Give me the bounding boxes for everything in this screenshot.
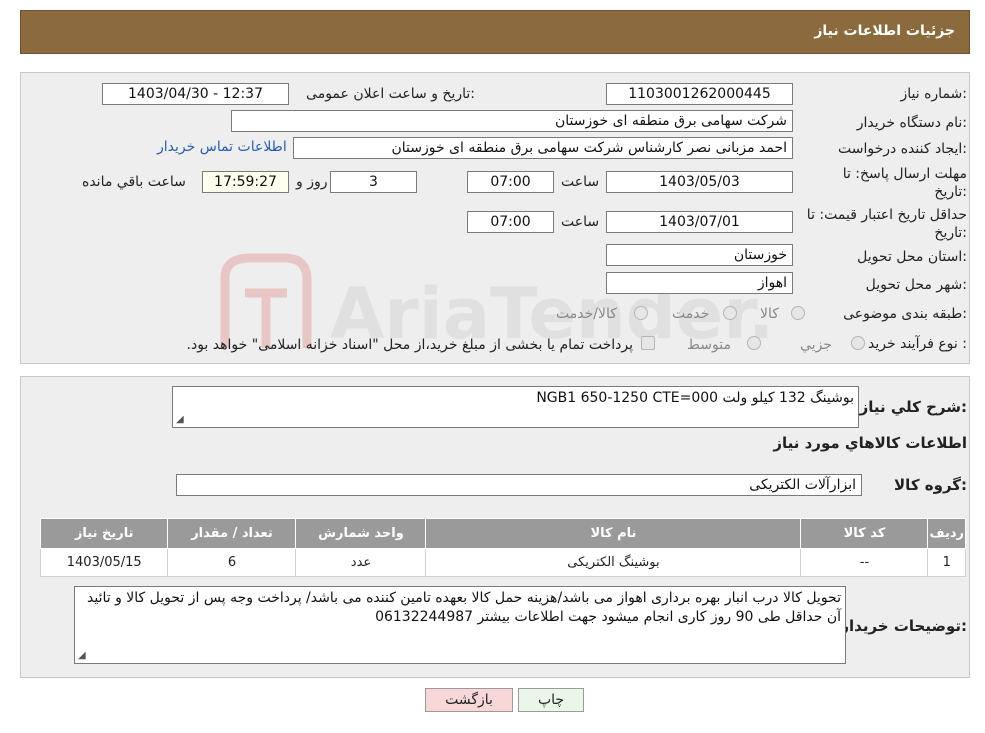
col-code: کد کالا: [800, 518, 929, 549]
buyer-org-field[interactable]: شرکت سهامی برق منطقه ای خوزستان: [231, 110, 793, 132]
days-label: روز و: [296, 174, 328, 190]
treasury-checkbox[interactable]: [641, 336, 655, 350]
print-button[interactable]: چاپ: [518, 688, 584, 712]
deadline-label: مهلت ارسال پاسخ: تا: [842, 166, 967, 182]
city-field[interactable]: اهواز: [606, 272, 793, 294]
city-label: شهر محل تحویل:: [865, 277, 967, 293]
validity-date-field[interactable]: 1403/07/01: [606, 211, 793, 233]
summary-label: شرح كلي نياز:: [859, 398, 967, 416]
validity-label: حداقل تاریخ اعتبار قیمت: تا: [806, 207, 967, 223]
table-row: 1 -- بوشینگ الکتریکی عدد 6 1403/05/15: [39, 548, 966, 577]
col-name: نام کالا: [425, 518, 802, 549]
buyer-notes-label: توضیحات خریدار:: [840, 617, 967, 635]
remaining-time-field: 17:59:27: [202, 171, 289, 193]
page-header: جزئیات اطلاعات نیاز: [20, 10, 970, 54]
goods-table-header: رديف کد کالا نام کالا واحد شمارش تعداد /…: [39, 518, 966, 549]
summary-text: بوشینگ 132 کیلو ولت NGB1 650-1250 CTE=00…: [536, 390, 854, 406]
summary-resize-icon[interactable]: ◢: [176, 414, 184, 425]
col-row: رديف: [927, 518, 966, 549]
cell-qty: 6: [167, 548, 297, 577]
announce-label: تاریخ و ساعت اعلان عمومی:: [306, 86, 475, 102]
payment-note: پرداخت تمام یا بخشی از مبلغ خرید،از محل …: [186, 337, 633, 353]
notes-resize-icon[interactable]: ◢: [78, 650, 86, 661]
page-title: جزئیات اطلاعات نیاز: [814, 23, 955, 39]
process-medium-label: متوسط: [687, 337, 731, 353]
buyer-org-label: نام دستگاه خریدار:: [856, 115, 967, 131]
province-label: استان محل تحویل:: [857, 249, 967, 265]
province-field[interactable]: خوزستان: [606, 244, 793, 266]
creator-label: ایجاد کننده درخواست:: [838, 141, 967, 157]
back-button[interactable]: بازگشت: [425, 688, 513, 712]
goods-group-label: گروه كالا:: [894, 476, 967, 494]
goods-group-field[interactable]: ابزارآلات الکتریکی: [176, 474, 862, 496]
category-service-label: خدمت: [672, 306, 710, 322]
col-qty: تعداد / مقدار: [167, 518, 297, 549]
process-minor-radio[interactable]: [851, 336, 865, 350]
col-date: تاریخ نیاز: [39, 518, 169, 549]
deadline-label-date: تاریخ:: [934, 184, 967, 200]
validity-time-label: ساعت: [561, 214, 600, 230]
need-number-field[interactable]: 1103001262000445: [606, 83, 793, 105]
process-minor-label: جزيي: [800, 337, 832, 353]
process-medium-radio[interactable]: [747, 336, 761, 350]
category-both-radio[interactable]: [634, 306, 648, 320]
deadline-time-label: ساعت: [561, 174, 600, 190]
category-goods-radio[interactable]: [791, 306, 805, 320]
cell-code: --: [800, 548, 929, 577]
announce-field[interactable]: 1403/04/30 - 12:37: [102, 83, 289, 105]
deadline-time-field[interactable]: 07:00: [467, 171, 554, 193]
validity-time-field[interactable]: 07:00: [467, 211, 554, 233]
need-number-label: شماره نیاز:: [900, 86, 967, 102]
category-service-radio[interactable]: [723, 306, 737, 320]
category-label: طبقه بندی موضوعی:: [843, 306, 967, 322]
category-goods-label: کالا: [760, 306, 779, 322]
buyer-contact-link[interactable]: اطلاعات تماس خریدار: [157, 139, 287, 155]
creator-field[interactable]: احمد مزبانی نصر کارشناس شرکت سهامی برق م…: [293, 137, 793, 159]
goods-table: رديف کد کالا نام کالا واحد شمارش تعداد /…: [39, 518, 966, 577]
cell-row: 1: [927, 548, 966, 577]
remaining-label: ساعت باقي مانده: [82, 174, 186, 190]
goods-info-title: اطلاعات كالاهاي مورد نياز: [773, 434, 967, 452]
days-field[interactable]: 3: [330, 171, 417, 193]
summary-field[interactable]: بوشینگ 132 کیلو ولت NGB1 650-1250 CTE=00…: [172, 386, 859, 428]
deadline-date-field[interactable]: 1403/05/03: [606, 171, 793, 193]
buyer-notes-text: تحویل کالا درب انبار بهره برداری اهواز م…: [87, 590, 841, 625]
cell-name: بوشینگ الکتریکی: [425, 548, 802, 577]
cell-unit: عدد: [295, 548, 427, 577]
category-both-label: کالا/خدمت: [556, 306, 617, 322]
cell-date: 1403/05/15: [39, 548, 169, 577]
process-label: نوع فرآیند خرید :: [868, 336, 967, 352]
validity-label-date: تاریخ:: [934, 225, 967, 241]
col-unit: واحد شمارش: [295, 518, 427, 549]
buyer-notes-field[interactable]: تحویل کالا درب انبار بهره برداری اهواز م…: [74, 586, 846, 664]
